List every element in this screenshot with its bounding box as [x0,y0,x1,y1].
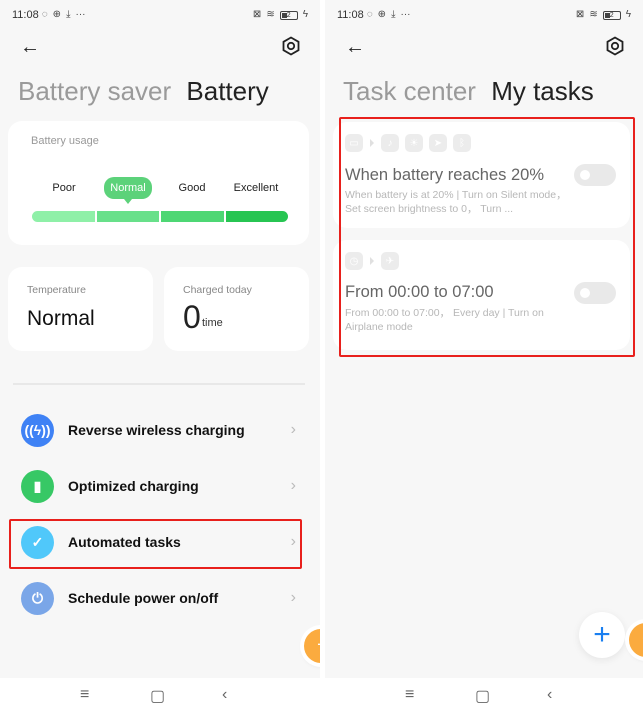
status-bar: 11:08 ◌ ⊕ ⤓ ··· ⊠ ≋ 2 ϟ [12,8,308,22]
tab-battery-saver[interactable]: Battery saver [18,76,171,106]
battery-icon: 2 [602,10,621,20]
temperature-value: Normal [27,307,95,330]
my-tasks-screen: 11:08 ◌ ⊕ ⤓ ··· ⊠ ≋ 2 ϟ ← Task center My… [325,0,643,713]
battery-level: 2 [609,11,614,19]
download-icon: ⤓ [66,9,71,20]
usage-bar-segment [96,211,159,222]
hex-gear-icon[interactable] [605,36,625,56]
home-nav-button[interactable]: ▢ [475,686,490,706]
menu-nav-button[interactable]: ≡ [405,686,414,704]
header-tabs: Task center My tasks [343,76,594,107]
globe-icon: ⊕ [52,9,62,20]
accessibility-floating-button[interactable]: ✝ [304,629,320,663]
level-label: Poor [52,182,76,194]
status-time: 11:08 [337,9,364,21]
menu-item-label: Reverse wireless charging [68,422,245,438]
add-task-button[interactable]: + [579,612,625,658]
arrow-left-icon[interactable]: ← [345,36,365,59]
accessibility-floating-button[interactable]: ✝ [629,623,643,657]
back-nav-button[interactable]: ‹ [222,686,227,704]
charging-icon: ϟ [302,9,308,20]
chevron-right-icon: › [290,421,296,438]
level-excellent: Excellent [224,176,288,200]
hex-gear-icon[interactable] [281,36,301,56]
globe-icon: ⊕ [377,9,387,20]
battery-icon: 2 [279,10,298,20]
charging-icon: ϟ [625,9,631,20]
chevron-right-icon: › [290,589,296,606]
level-label: Good [178,182,206,194]
section-divider [13,383,305,385]
sim-off-icon: ⊠ [252,9,262,20]
menu-item-label: Optimized charging [68,478,199,494]
battery-level: 2 [286,11,291,19]
arrow-left-icon[interactable]: ← [20,36,40,59]
level-label: Normal [104,177,152,199]
level-label: Excellent [233,182,279,194]
chevron-right-icon: › [290,477,296,494]
level-good: Good [160,176,224,200]
status-bar: 11:08 ◌ ⊕ ⤓ ··· ⊠ ≋ 2 ϟ [337,8,631,22]
menu-nav-button[interactable]: ≡ [80,686,89,704]
whatsapp-icon: ◌ [41,9,48,20]
home-nav-button[interactable]: ▢ [150,686,165,706]
usage-levels: Poor Normal Good Excellent [32,176,288,200]
menu-item-label: Schedule power on/off [68,590,219,606]
charged-today-value: 0 [183,299,201,335]
battery-screen: 11:08 ◌ ⊕ ⤓ ··· ⊠ ≋ 2 ϟ ← Battery saver … [0,0,320,713]
battery-usage-label: Battery usage [31,135,99,147]
accessibility-icon: ✝ [316,639,320,653]
level-poor: Poor [32,176,96,200]
charged-today-card: Charged today 0 time [164,267,309,351]
usage-bar-segment [32,211,95,222]
sim-off-icon: ⊠ [575,9,585,20]
power-icon: ⏻ [21,581,54,615]
download-icon: ⤓ [391,9,396,20]
tab-battery[interactable]: Battery [186,76,268,106]
charged-today-unit: time [202,317,223,329]
charged-today-label: Charged today [183,284,252,296]
menu-item-reverse-wireless-charging[interactable]: ((ϟ)) Reverse wireless charging › [10,405,302,455]
back-nav-button[interactable]: ‹ [547,686,552,704]
navigation-bar: ≡ ▢ ‹ [325,678,643,713]
menu-item-schedule-power[interactable]: ⏻ Schedule power on/off › [10,573,302,623]
wireless-charging-icon: ((ϟ)) [21,413,54,447]
header-tabs: Battery saver Battery [18,76,269,107]
wifi-icon: ≋ [589,9,598,20]
status-time: 11:08 [12,9,39,21]
whatsapp-icon: ◌ [366,9,373,20]
menu-item-optimized-charging[interactable]: ▮ Optimized charging › [10,461,302,511]
level-normal-selected: Normal [96,176,160,200]
highlight-box-automated-tasks [9,519,302,569]
usage-bar [32,211,288,222]
wifi-icon: ≋ [266,9,275,20]
usage-bar-segment [225,211,288,222]
navigation-bar: ≡ ▢ ‹ [0,678,320,713]
tab-task-center[interactable]: Task center [343,76,476,106]
tab-my-tasks[interactable]: My tasks [491,76,594,106]
more-dots-icon: ··· [400,9,411,20]
temperature-card: Temperature Normal [8,267,153,351]
more-dots-icon: ··· [75,9,86,20]
highlight-box-my-tasks [339,117,635,357]
battery-usage-card: Battery usage Poor Normal Good Excellent [8,121,309,245]
temperature-label: Temperature [27,284,86,296]
battery-shield-icon: ▮ [21,469,54,503]
usage-bar-segment [161,211,224,222]
